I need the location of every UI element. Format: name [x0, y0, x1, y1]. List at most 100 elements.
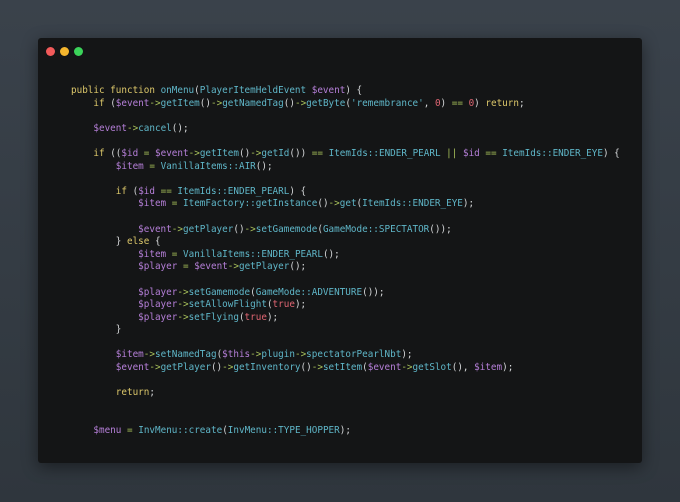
code-token: setGamemode: [255, 223, 318, 235]
code-token: spectatorPearlNbt: [306, 349, 402, 361]
code-token: $event: [155, 147, 189, 159]
code-token: ItemIds::ENDER_EYE: [502, 147, 603, 159]
code-token: GameMode::ADVENTURE: [255, 286, 363, 298]
code-token: ItemIds::ENDER_PEARL: [177, 185, 290, 197]
code-token: ==: [451, 97, 463, 109]
code-token: }: [71, 324, 122, 336]
code-token: plugin: [261, 349, 295, 361]
code-token: $this: [222, 349, 251, 361]
code-token: 'remembrance': [350, 97, 424, 109]
code-token: if: [93, 97, 111, 109]
code-token: getPlayer: [238, 261, 290, 273]
code-token: ) {: [602, 147, 620, 159]
code-token: $id: [138, 185, 155, 197]
code-token: setGamemode: [188, 286, 251, 298]
code-line: $event->getPlayer()->getInventory()->set…: [71, 362, 620, 375]
code-token: getInventory: [233, 362, 301, 374]
code-token: $id: [121, 147, 139, 159]
maximize-dot-icon[interactable]: [74, 47, 83, 56]
code-token: ->: [177, 311, 189, 323]
code-token: ());: [362, 286, 385, 298]
code-line: if ($event->getItem()->getNamedTag()->ge…: [71, 98, 620, 111]
code-token: $item: [138, 198, 167, 210]
code-token: ());: [429, 223, 452, 235]
code-token: setAllowFlight: [188, 299, 267, 311]
code-line: $player->setFlying(true);: [71, 312, 620, 325]
code-token: ->: [401, 362, 413, 374]
code-line: $player = $event->getPlayer();: [71, 261, 620, 274]
code-token: (),: [451, 362, 475, 374]
code-token: $event: [115, 362, 150, 374]
code-token: ItemIds::ENDER_PEARL: [328, 147, 441, 159]
code-token: getNamedTag: [222, 97, 284, 109]
code-line: public function onMenu(PlayerItemHeldEve…: [71, 85, 620, 98]
code-token: ->: [294, 97, 307, 109]
code-token: (): [239, 147, 251, 159]
code-token: $menu: [93, 425, 122, 437]
code-editor-window: public function onMenu(PlayerItemHeldEve…: [38, 38, 642, 463]
code-line: } else {: [71, 236, 620, 249]
code-token: );: [339, 425, 351, 437]
code-token: return: [115, 387, 150, 399]
code-token: true: [272, 299, 295, 311]
code-token: $event: [311, 85, 346, 96]
code-token: get: [339, 198, 357, 210]
code-line: if (($id = $event->getItem()->getId()) =…: [71, 147, 620, 161]
code-token: ();: [322, 248, 340, 260]
code-token: (): [210, 362, 223, 374]
code-token: );: [266, 311, 279, 323]
code-token: true: [244, 311, 267, 323]
code-token: $item: [115, 160, 144, 172]
code-token: {: [149, 236, 161, 248]
code-token: getPlayer: [160, 362, 211, 374]
code-token: getItem: [160, 97, 200, 109]
code-token: ()): [289, 147, 312, 159]
code-token: $event: [115, 97, 150, 109]
code-token: ->: [149, 362, 161, 374]
code-token: if: [115, 185, 133, 197]
code-token: InvMenu::create: [138, 425, 223, 437]
code-token: ) {: [289, 185, 307, 197]
close-dot-icon[interactable]: [46, 47, 55, 56]
code-token: (): [199, 97, 211, 109]
code-token: getId: [261, 147, 290, 159]
code-token: getPlayer: [182, 223, 234, 235]
code-token: VanillaItems::ENDER_PEARL: [183, 248, 323, 260]
code-token: ->: [177, 299, 189, 311]
code-token: ->: [244, 223, 256, 235]
code-token: $id: [462, 147, 480, 159]
code-token: ->: [311, 362, 323, 374]
code-token: $event: [367, 362, 402, 374]
code-token: ;: [149, 387, 155, 399]
code-token: ==: [160, 185, 172, 197]
code-token: );: [294, 299, 307, 311]
minimize-dot-icon[interactable]: [60, 47, 69, 56]
code-token: );: [401, 349, 413, 361]
code-token: ): [474, 97, 486, 109]
code-token: ||: [446, 147, 458, 159]
code-token: $player: [138, 286, 178, 298]
code-line: $item->setNamedTag($this->plugin->specta…: [71, 349, 620, 362]
code-token: (): [233, 223, 245, 235]
code-token: $item: [115, 349, 144, 361]
code-token: $event: [93, 122, 127, 134]
code-line: return;: [71, 387, 620, 400]
code-token: ==: [485, 147, 497, 159]
code-token: ();: [171, 122, 189, 134]
code-line: $item = VanillaItems::AIR();: [71, 161, 620, 174]
